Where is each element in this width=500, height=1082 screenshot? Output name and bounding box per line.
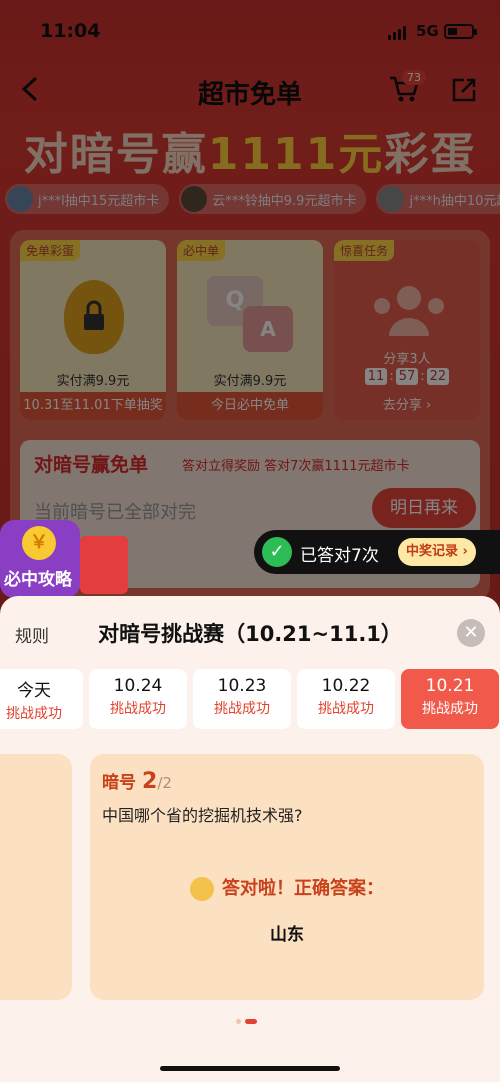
date-tabs: 今天 挑战成功 10.24 挑战成功 10.23 挑战成功 10.22 挑战成功 10.… (0, 669, 500, 731)
correct-message: 答对啦！正确答案： (90, 874, 484, 901)
question-text: 中国哪个省的挖掘机技术强? (102, 806, 303, 825)
home-indicator (160, 1066, 340, 1071)
prev-question-card[interactable] (0, 754, 72, 1000)
question-card: 暗号 2/2 中国哪个省的挖掘机技术强? 答对啦！正确答案： 山东 (90, 754, 484, 1000)
prize-record-button[interactable]: 中奖记录 › (398, 538, 476, 566)
date-tab[interactable]: 10.24 挑战成功 (89, 669, 187, 729)
coin-icon: ￥ (22, 526, 56, 560)
challenge-sheet: 规则 对暗号挑战赛（10.21~11.1） ✕ 今天 挑战成功 10.24 挑战成功… (0, 596, 500, 1082)
close-icon[interactable]: ✕ (457, 619, 485, 647)
date-tab[interactable]: 今天 挑战成功 (0, 669, 83, 729)
page-indicator (236, 1019, 257, 1024)
smile-icon (190, 877, 214, 901)
date-tab-active[interactable]: 10.21 挑战成功 (401, 669, 499, 729)
strategy-button[interactable]: ￥ 必中攻略 (0, 520, 80, 598)
answer-text: 山东 (270, 925, 304, 945)
sheet-title: 对暗号挑战赛（10.21~11.1） (98, 622, 402, 646)
question-number: 暗号 2/2 (102, 769, 172, 794)
date-tab[interactable]: 10.23 挑战成功 (193, 669, 291, 729)
date-tab[interactable]: 10.22 挑战成功 (297, 669, 395, 729)
answer-toast: ✓ 已答对7次 中奖记录 › (254, 530, 500, 574)
gift-icon (80, 536, 128, 594)
check-icon: ✓ (262, 537, 292, 567)
